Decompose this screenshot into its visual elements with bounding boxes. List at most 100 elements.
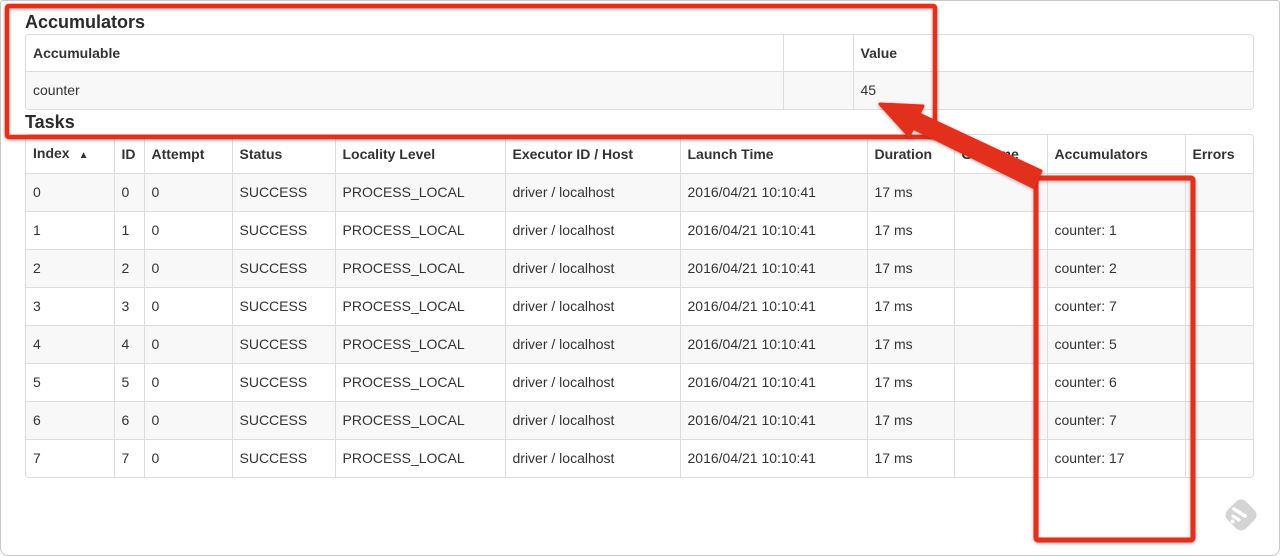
- task-cell: [1047, 173, 1186, 212]
- accumulators-spacer-cell: [783, 71, 854, 109]
- task-cell: PROCESS_LOCAL: [335, 211, 506, 250]
- tasks-table-body: 0 0 0 SUCCESS PROCESS_LOCAL driver / localhos…: [26, 173, 1253, 478]
- task-cell: [954, 401, 1048, 440]
- task-row: 0 0 0 SUCCESS PROCESS_LOCAL driver / localhos…: [26, 173, 1253, 212]
- task-cell: 2016/04/21 10:10:41: [680, 363, 868, 402]
- task-cell: driver / localhost: [505, 249, 681, 288]
- task-cell: 0: [144, 325, 233, 364]
- task-cell: 17 ms: [867, 249, 955, 288]
- tasks-heading: Tasks: [25, 112, 75, 132]
- column-header-duration[interactable]: Duration: [867, 135, 955, 174]
- accumulators-heading: Accumulators: [25, 12, 146, 32]
- task-cell: counter: 7: [1047, 287, 1186, 326]
- task-cell: [1185, 401, 1253, 440]
- task-cell: SUCCESS: [232, 363, 336, 402]
- task-cell: driver / localhost: [505, 287, 681, 326]
- task-cell: 17 ms: [867, 211, 955, 250]
- accumulable-name-cell: counter: [26, 71, 784, 109]
- task-cell: 1: [26, 211, 115, 250]
- task-cell: 7: [114, 439, 145, 477]
- column-header-launch-time[interactable]: Launch Time: [680, 135, 868, 174]
- task-cell: 2016/04/21 10:10:41: [680, 211, 868, 250]
- task-cell: 0: [144, 211, 233, 250]
- task-cell: driver / localhost: [505, 439, 681, 477]
- column-header-id[interactable]: ID: [114, 135, 145, 174]
- task-cell: PROCESS_LOCAL: [335, 287, 506, 326]
- column-header-executor-id-host[interactable]: Executor ID / Host: [505, 135, 681, 174]
- task-row: 5 5 0 SUCCESS PROCESS_LOCAL driver / localhos…: [26, 363, 1253, 402]
- accumulator-row: counter 45: [26, 71, 1253, 109]
- task-cell: counter: 6: [1047, 363, 1186, 402]
- task-cell: [1185, 440, 1253, 478]
- task-row: 1 1 0 SUCCESS PROCESS_LOCAL driver / localhos…: [26, 211, 1253, 250]
- column-header-index[interactable]: Index ▲: [26, 135, 115, 174]
- task-cell: 0: [114, 173, 145, 212]
- accumulators-header-row: Accumulable Value: [26, 35, 1253, 72]
- task-cell: 0: [26, 173, 115, 212]
- task-row: 6 6 0 SUCCESS PROCESS_LOCAL driver / localhos…: [26, 401, 1253, 440]
- accumulator-value-cell: 45: [860, 82, 877, 98]
- task-cell: driver / localhost: [505, 325, 681, 364]
- task-cell: PROCESS_LOCAL: [335, 363, 506, 402]
- task-cell: driver / localhost: [505, 401, 681, 440]
- column-header-attempt[interactable]: Attempt: [144, 135, 233, 174]
- column-header-gc-time[interactable]: GC Time: [954, 135, 1048, 174]
- task-cell: 17 ms: [867, 287, 955, 326]
- task-cell: [954, 287, 1048, 326]
- task-cell: 2016/04/21 10:10:41: [680, 287, 868, 326]
- task-row: 7 7 0 SUCCESS PROCESS_LOCAL driver / localhos…: [26, 439, 1253, 478]
- task-cell: [1185, 287, 1253, 326]
- task-cell: 5: [26, 363, 115, 402]
- task-cell: SUCCESS: [232, 325, 336, 364]
- task-cell: 0: [144, 173, 233, 212]
- accumulable-column-header: Accumulable: [26, 35, 784, 72]
- task-cell: PROCESS_LOCAL: [335, 401, 506, 440]
- task-cell: driver / localhost: [505, 173, 681, 212]
- task-cell: 6: [26, 401, 115, 440]
- column-header-index-label: Index: [33, 145, 70, 161]
- task-cell: PROCESS_LOCAL: [335, 325, 506, 364]
- task-cell: 2016/04/21 10:10:41: [680, 249, 868, 288]
- column-header-accumulators[interactable]: Accumulators: [1047, 135, 1186, 174]
- task-cell: [1185, 173, 1253, 212]
- task-row: 4 4 0 SUCCESS PROCESS_LOCAL driver / localhos…: [26, 325, 1253, 364]
- column-header-status[interactable]: Status: [232, 135, 336, 174]
- task-cell: 17 ms: [867, 325, 955, 364]
- task-cell: driver / localhost: [505, 363, 681, 402]
- column-header-locality-level[interactable]: Locality Level: [335, 135, 506, 174]
- task-cell: PROCESS_LOCAL: [335, 173, 506, 212]
- task-cell: 17 ms: [867, 401, 955, 440]
- accumulators-spacer-header: [783, 35, 854, 72]
- task-cell: [954, 325, 1048, 364]
- task-row: 2 2 0 SUCCESS PROCESS_LOCAL driver / localhos…: [26, 249, 1253, 288]
- task-cell: PROCESS_LOCAL: [335, 439, 506, 477]
- task-cell: [1185, 249, 1253, 288]
- task-cell: 2016/04/21 10:10:41: [680, 439, 868, 477]
- task-cell: [954, 439, 1048, 477]
- column-header-errors[interactable]: Errors: [1185, 135, 1253, 174]
- stage-page: Accumulators Accumulable Value counter 4…: [0, 0, 1280, 478]
- task-cell: 2016/04/21 10:10:41: [680, 401, 868, 440]
- task-cell: [1185, 363, 1253, 402]
- task-cell: driver / localhost: [505, 211, 681, 250]
- task-cell: counter: 2: [1047, 249, 1186, 288]
- task-cell: 7: [26, 439, 115, 477]
- task-cell: counter: 17: [1047, 439, 1186, 477]
- task-cell: 0: [144, 363, 233, 402]
- task-cell: 2: [114, 249, 145, 288]
- task-cell: 0: [144, 401, 233, 440]
- task-row: 3 3 0 SUCCESS PROCESS_LOCAL driver / localhos…: [26, 287, 1253, 326]
- task-cell: SUCCESS: [232, 439, 336, 477]
- task-cell: 2016/04/21 10:10:41: [680, 325, 868, 364]
- task-cell: [954, 173, 1048, 212]
- task-cell: SUCCESS: [232, 173, 336, 212]
- task-cell: SUCCESS: [232, 211, 336, 250]
- task-cell: 3: [26, 287, 115, 326]
- task-cell: 6: [114, 401, 145, 440]
- task-cell: [954, 211, 1048, 250]
- task-cell: 2: [26, 249, 115, 288]
- task-cell: [954, 363, 1048, 402]
- task-cell: [1185, 325, 1253, 364]
- task-cell: 0: [144, 249, 233, 288]
- tasks-table: Index ▲ ID Attempt Status Locality Level …: [25, 134, 1254, 478]
